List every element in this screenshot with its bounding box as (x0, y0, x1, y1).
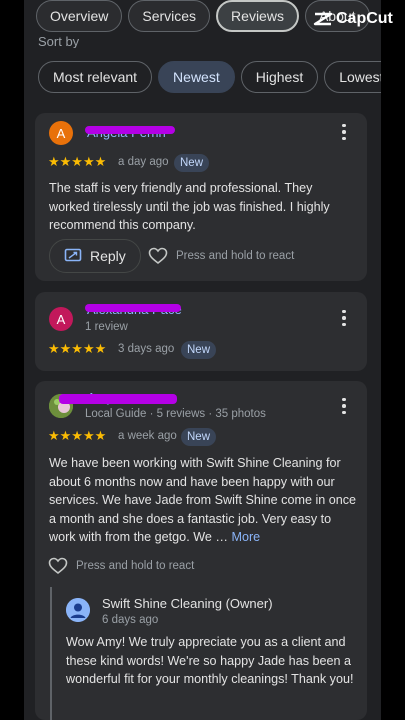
watermark-label: CapCut (336, 10, 393, 27)
tab-overview[interactable]: Overview (36, 0, 123, 32)
avatar[interactable]: A (49, 121, 73, 145)
chip-label: Highest (255, 69, 304, 85)
new-badge: New (181, 428, 217, 446)
new-badge: New (181, 341, 217, 359)
new-badge: New (174, 154, 210, 172)
tab-label: Services (142, 8, 197, 24)
react-label: Press and hold to react (76, 560, 195, 572)
rating-stars: ★★★★★ (48, 341, 107, 356)
tab-reviews[interactable]: Reviews (216, 0, 299, 32)
rating-stars: ★★★★★ (48, 154, 107, 169)
more-options-icon[interactable] (334, 122, 354, 142)
chip-most-relevant[interactable]: Most relevant (38, 61, 153, 93)
review-text: The staff is very friendly and professio… (49, 181, 330, 232)
more-options-icon[interactable] (334, 308, 354, 328)
review-date: a week ago (118, 430, 177, 442)
reply-label: Reply (90, 248, 126, 264)
redaction-mark (85, 126, 175, 134)
person-icon (66, 598, 90, 622)
owner-name: Swift Shine Cleaning (Owner) (102, 596, 273, 611)
redaction-mark (59, 394, 177, 404)
react-button[interactable]: Press and hold to react (48, 557, 194, 575)
avatar[interactable]: A (49, 307, 73, 331)
author-meta: Local Guide · 5 reviews · 35 photos (85, 408, 266, 420)
author-meta: 1 review (85, 321, 128, 333)
review-date: 3 days ago (118, 343, 175, 355)
owner-reply-date: 6 days ago (102, 614, 159, 626)
reviews-screen: Overview Services Reviews About Sort by … (24, 0, 381, 720)
left-margin (0, 0, 24, 720)
chip-label: Newest (173, 69, 220, 85)
chip-newest[interactable]: Newest (158, 61, 235, 93)
review-card: A Angela Perrin ★★★★★ a day ago New The … (35, 113, 367, 281)
react-label: Press and hold to react (176, 250, 295, 262)
reply-button[interactable]: Reply (49, 239, 141, 273)
chip-highest[interactable]: Highest (240, 61, 319, 93)
chip-lowest[interactable]: Lowest (324, 61, 381, 93)
review-date: a day ago (118, 156, 169, 168)
review-card: Amy Local Guide · 5 reviews · 35 photos … (35, 381, 367, 720)
chip-label: Most relevant (53, 69, 138, 85)
capcut-logo-icon (313, 12, 333, 26)
tab-label: Overview (50, 8, 109, 24)
review-card: A Alexandria Pace 1 review ★★★★★ 3 days … (35, 292, 367, 371)
tab-services[interactable]: Services (128, 0, 211, 32)
right-margin (381, 0, 405, 720)
sort-by-label: Sort by (38, 34, 80, 48)
review-body: We have been working with Swift Shine Cl… (49, 456, 357, 544)
tab-label: Reviews (231, 8, 284, 24)
react-button[interactable]: Press and hold to react (148, 247, 294, 265)
more-options-icon[interactable] (334, 396, 354, 416)
capcut-watermark: CapCut (313, 10, 393, 28)
chip-label: Lowest (339, 69, 381, 85)
owner-reply-divider (50, 587, 52, 720)
owner-avatar (66, 598, 90, 622)
avatar-letter: A (56, 311, 66, 327)
more-link[interactable]: More (231, 530, 260, 544)
heart-icon (48, 557, 68, 575)
reply-icon (64, 248, 82, 262)
review-text: We have been working with Swift Shine Cl… (49, 454, 357, 547)
sort-chips: Most relevant Newest Highest Lowest (38, 61, 381, 93)
heart-icon (148, 247, 168, 265)
avatar-letter: A (56, 125, 66, 141)
owner-reply-text: Wow Amy! We truly appreciate you as a cl… (66, 635, 354, 686)
redaction-mark (85, 304, 181, 312)
rating-stars: ★★★★★ (48, 428, 107, 443)
